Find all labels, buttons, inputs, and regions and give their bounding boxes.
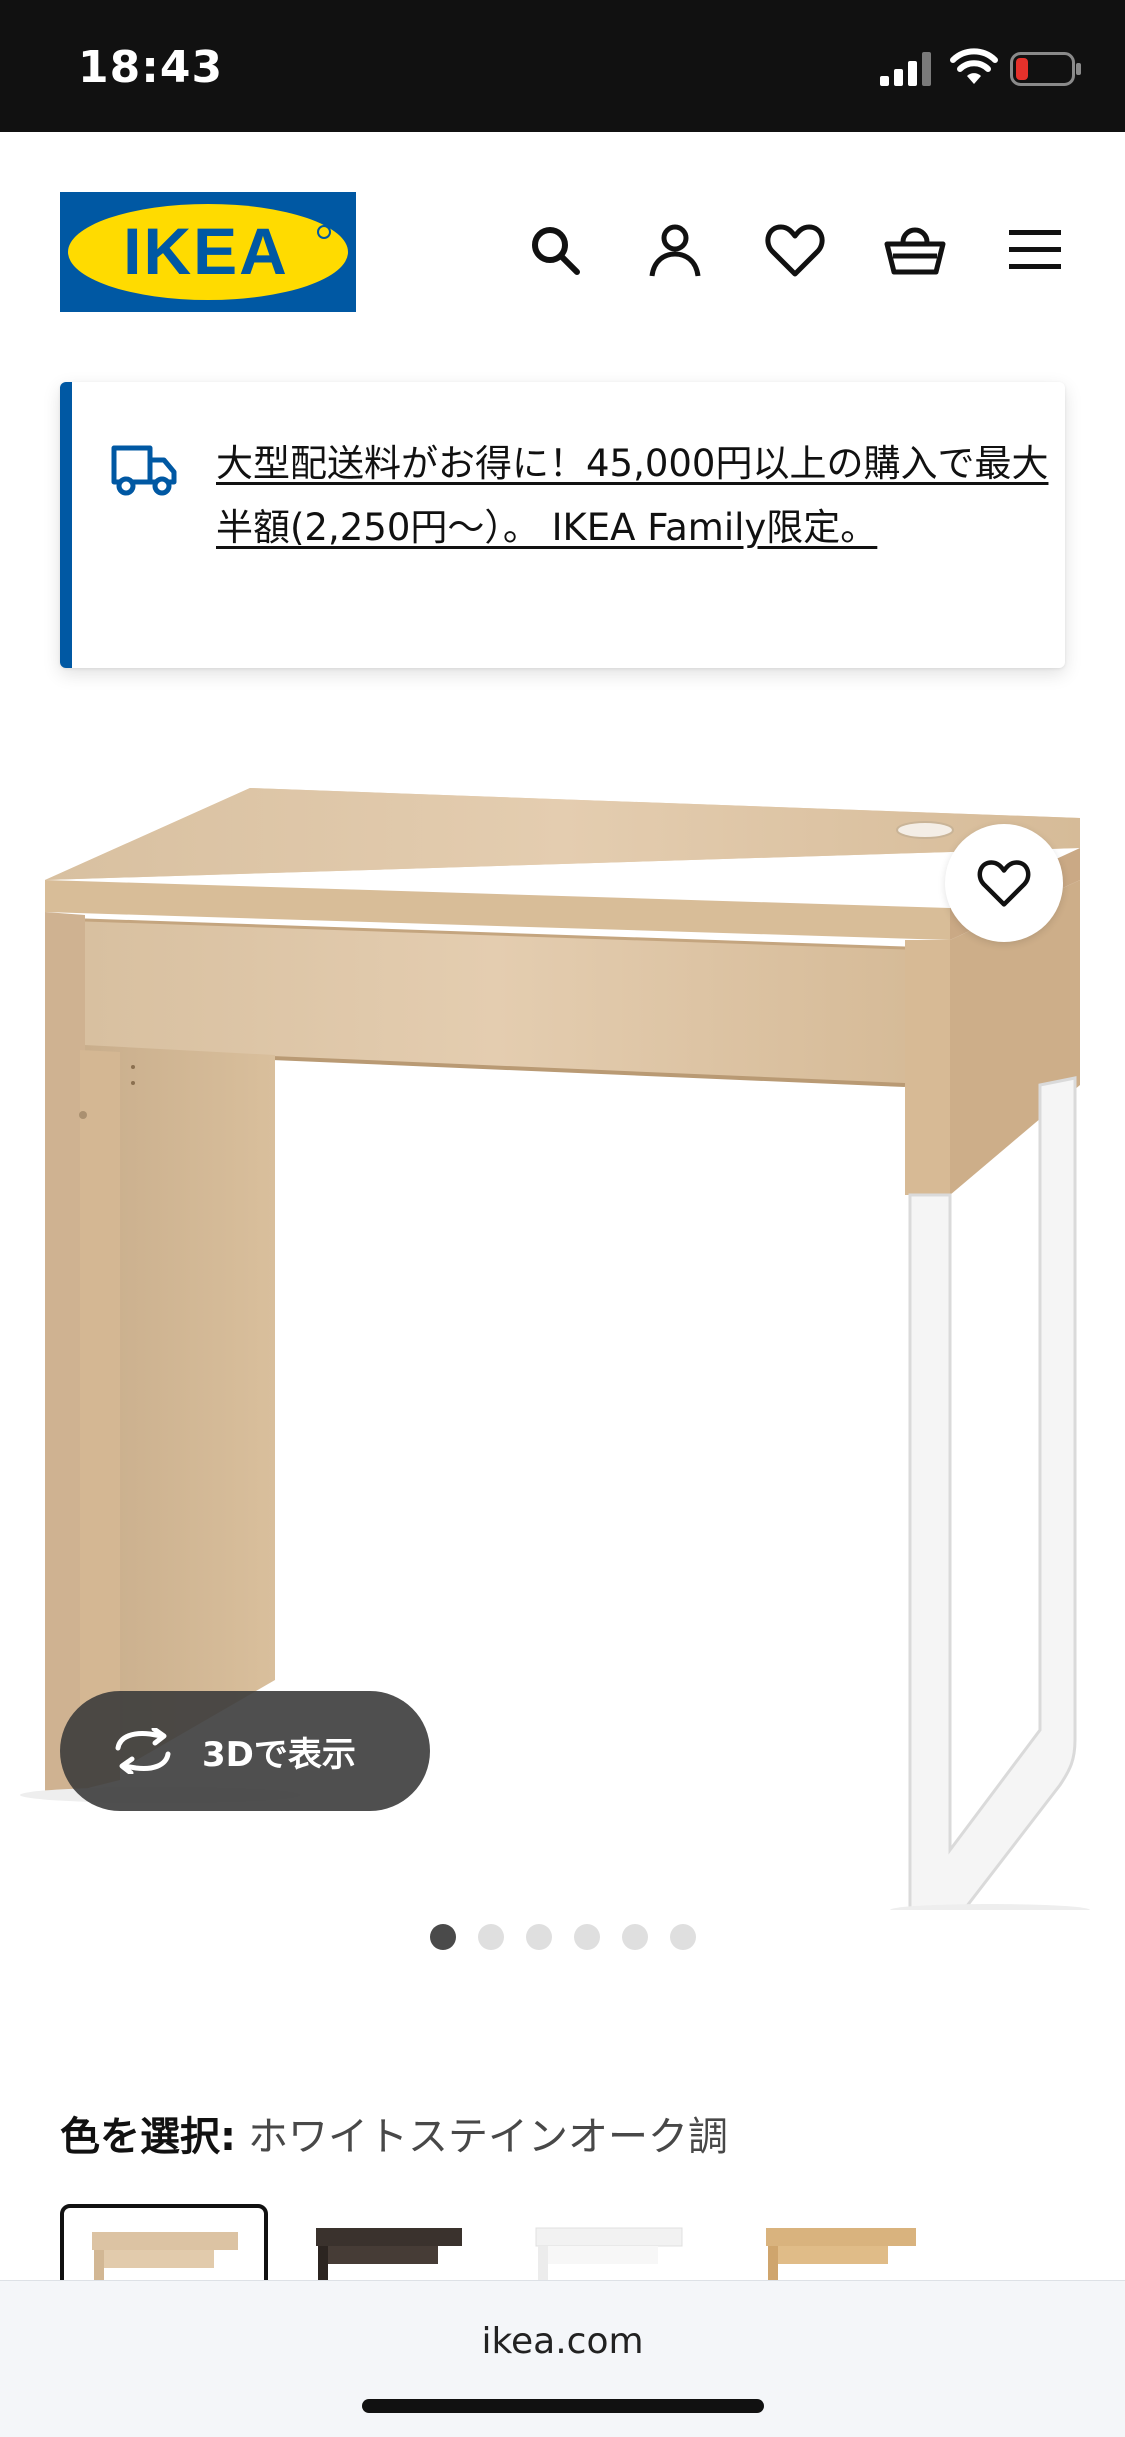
browser-url[interactable]: ikea.com [0, 2321, 1125, 2362]
carousel-dot[interactable] [478, 1924, 504, 1950]
carousel-dot[interactable] [430, 1924, 456, 1950]
truck-icon [111, 445, 177, 496]
ikea-logo[interactable]: IKEA [60, 192, 356, 312]
view-3d-button[interactable]: 3Dで表示 [60, 1691, 430, 1811]
color-selector-heading: 色を選択: ホワイトステインオーク調 [60, 2104, 728, 2162]
menu-icon[interactable] [1003, 218, 1067, 282]
home-indicator[interactable] [362, 2399, 764, 2413]
color-select-label: 色を選択: [60, 2114, 236, 2160]
battery-icon [1010, 52, 1081, 86]
status-bar: 18:43 [0, 0, 1125, 132]
wifi-icon [950, 48, 998, 84]
promo-banner[interactable]: 大型配送料がお得に！45,000円以上の購入で最大半額(2,250円〜）。 IK… [60, 382, 1065, 668]
favorite-button[interactable] [945, 824, 1063, 942]
image-carousel-indicator [430, 1924, 696, 1950]
search-icon[interactable] [523, 218, 587, 282]
carousel-dot[interactable] [574, 1924, 600, 1950]
view-3d-label: 3Dで表示 [202, 1734, 356, 1775]
promo-accent-bar [60, 382, 72, 668]
basket-icon[interactable] [883, 218, 947, 282]
cellular-signal-icon [880, 52, 931, 86]
carousel-dot[interactable] [526, 1924, 552, 1950]
promo-link-text[interactable]: 大型配送料がお得に！45,000円以上の購入で最大半額(2,250円〜）。 IK… [216, 432, 1056, 560]
heart-icon[interactable] [763, 218, 827, 282]
svg-text:IKEA: IKEA [123, 214, 289, 288]
browser-address-bar[interactable]: ikea.com [0, 2280, 1125, 2437]
heart-icon [977, 860, 1031, 907]
rotate-3d-icon [115, 1728, 171, 1774]
ikea-logo-mark: IKEA [68, 204, 348, 300]
carousel-dot[interactable] [670, 1924, 696, 1950]
color-select-value: ホワイトステインオーク調 [248, 2114, 728, 2160]
carousel-dot[interactable] [622, 1924, 648, 1950]
status-time: 18:43 [78, 42, 224, 93]
account-icon[interactable] [643, 218, 707, 282]
